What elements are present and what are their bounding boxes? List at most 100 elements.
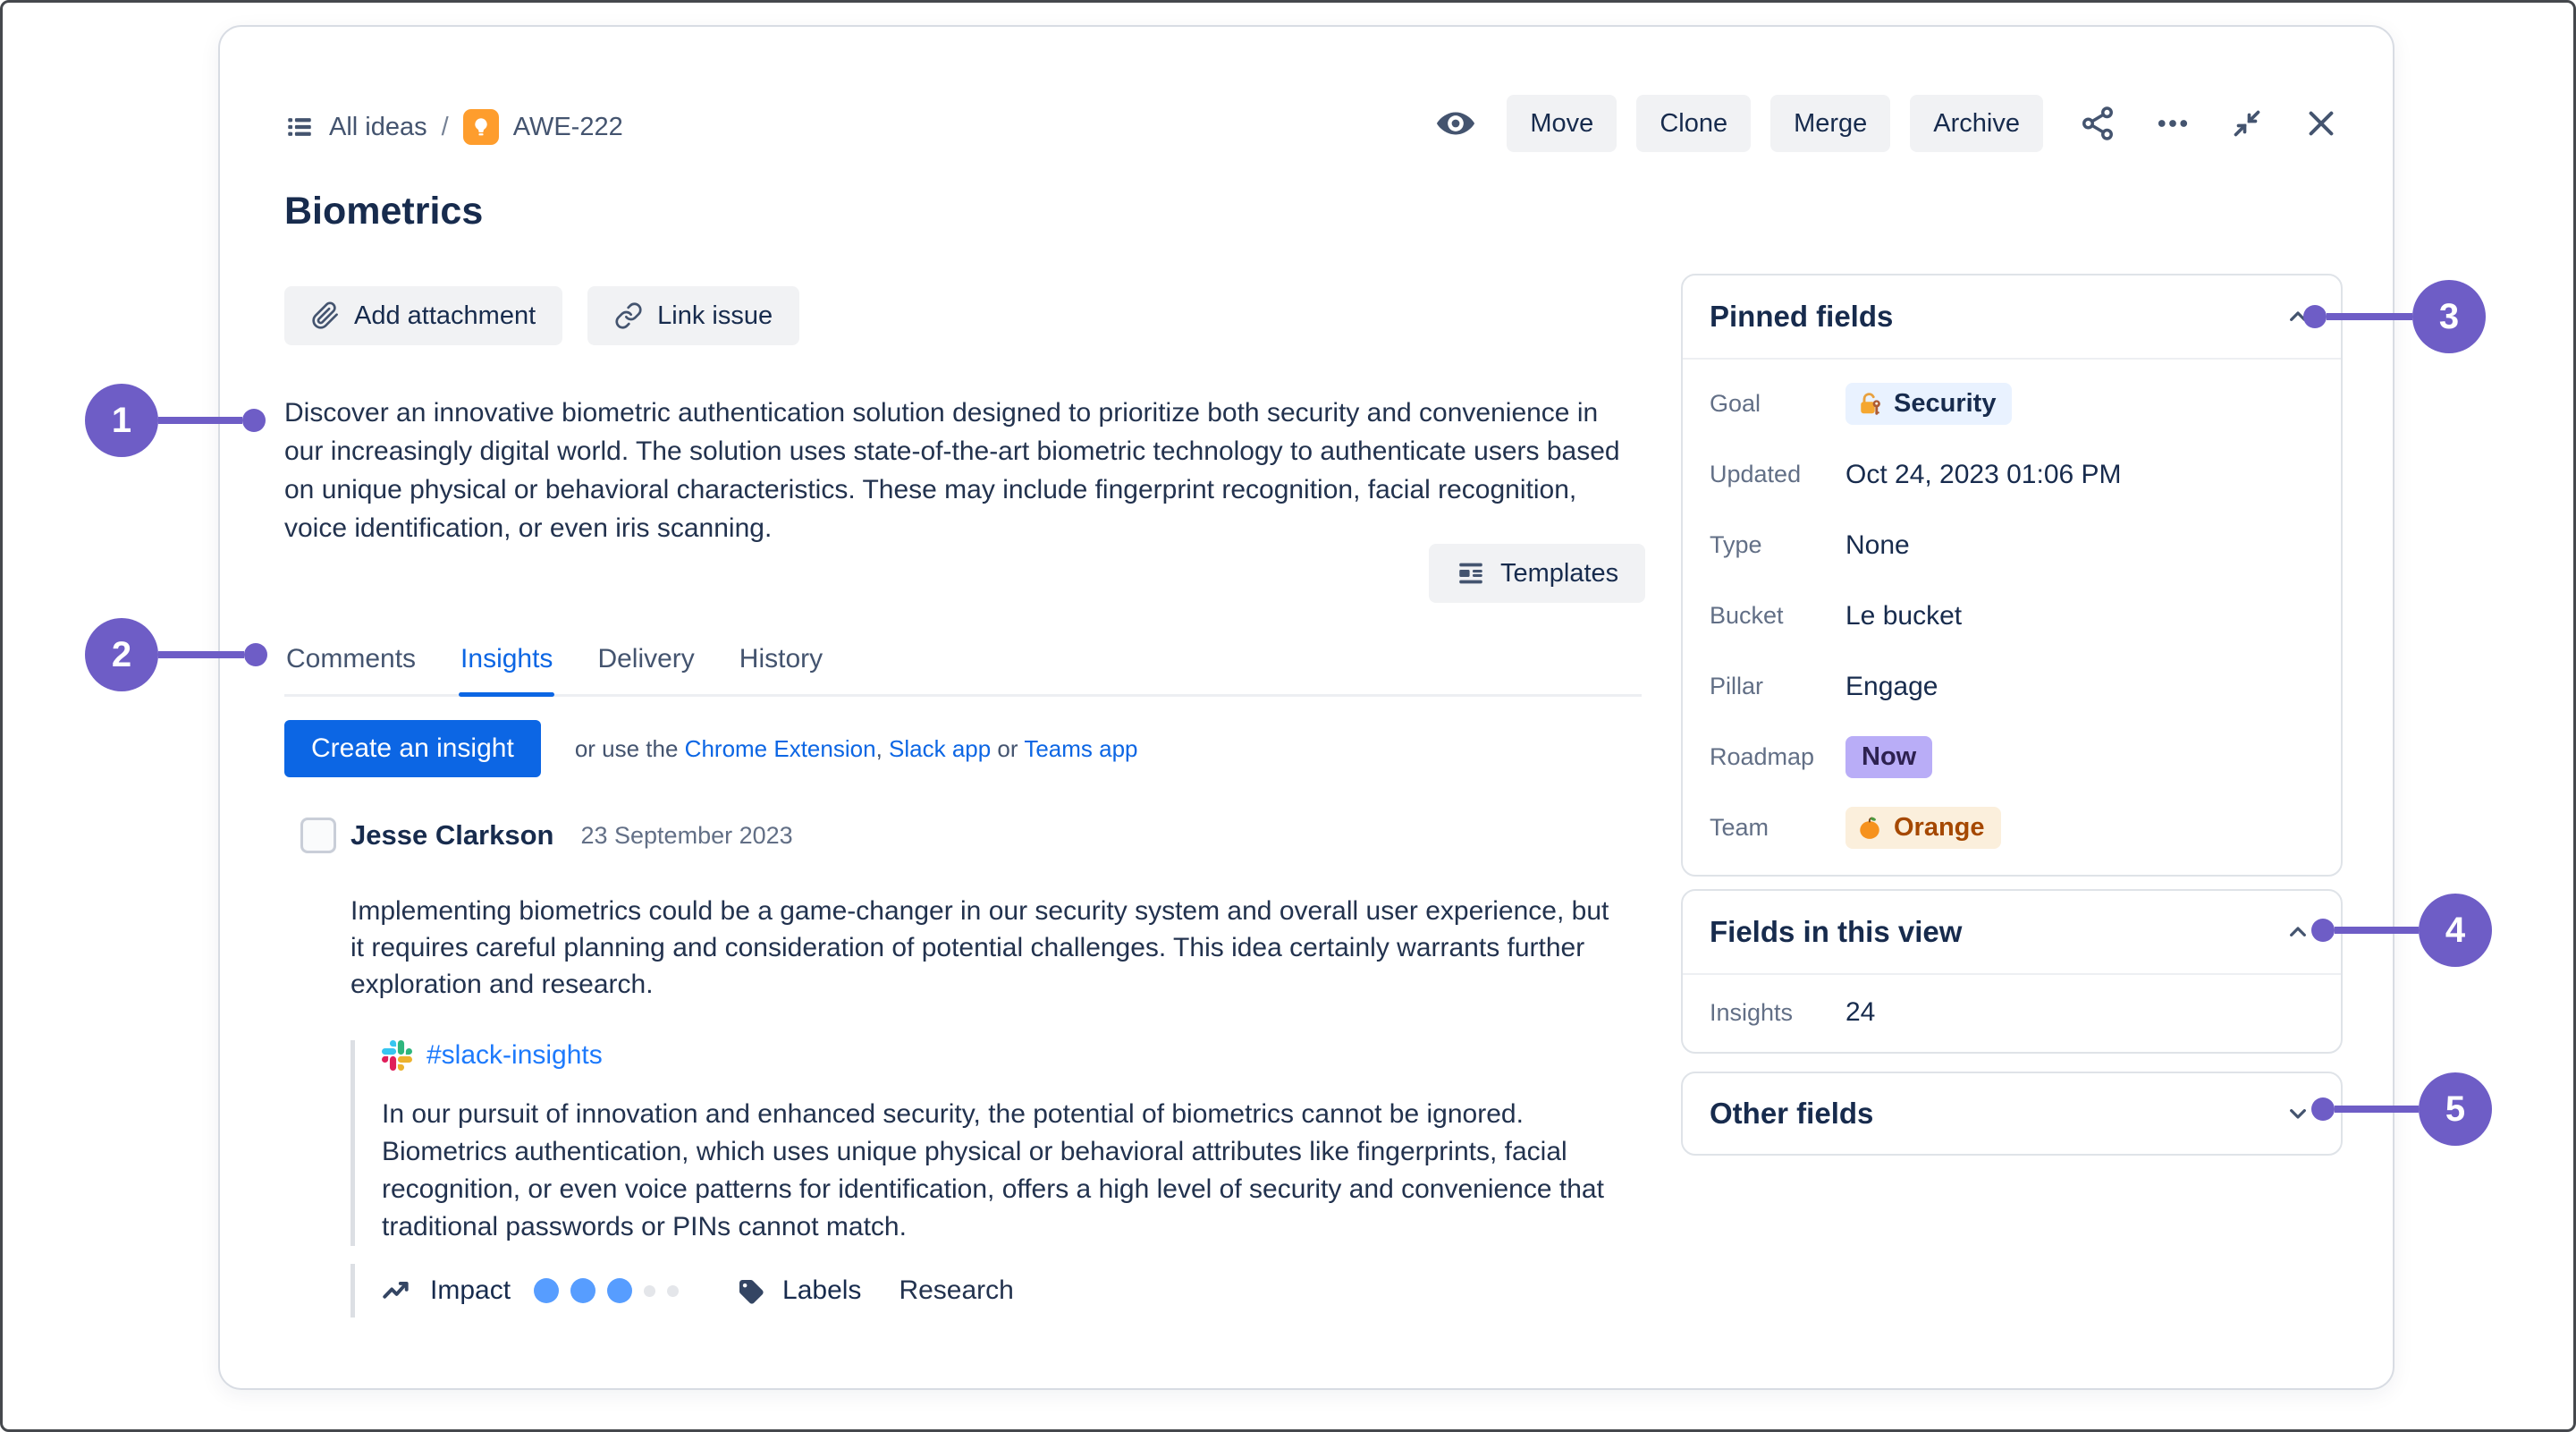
tab-history[interactable]: History — [738, 639, 824, 694]
add-attachment-button[interactable]: Add attachment — [284, 286, 562, 345]
paperclip-icon — [311, 301, 340, 330]
lock-with-key-icon — [1856, 391, 1883, 418]
create-insight-row: Create an insight or use the Chrome Exte… — [284, 720, 1138, 777]
templates-button[interactable]: Templates — [1429, 544, 1645, 603]
labels-label: Labels — [782, 1275, 861, 1306]
field-label: Team — [1710, 814, 1845, 842]
field-label: Type — [1710, 531, 1845, 559]
teams-app-link[interactable]: Teams app — [1024, 735, 1137, 762]
callout-line — [2335, 1106, 2419, 1113]
callout-line — [2335, 927, 2419, 934]
callout-4-number: 4 — [2419, 894, 2492, 967]
merge-button[interactable]: Merge — [1770, 95, 1890, 152]
field-row-team: Team Orange — [1683, 792, 2341, 863]
pinned-fields-header[interactable]: Pinned fields — [1683, 275, 2341, 358]
team-value: Orange — [1894, 813, 1985, 843]
insight-meta-row: Impact Labels Research — [351, 1264, 1642, 1318]
insight-quote-block: #slack-insights In our pursuit of innova… — [351, 1040, 1642, 1246]
callout-2-number: 2 — [85, 618, 158, 691]
insight-header: Jesse Clarkson 23 September 2023 — [300, 805, 1642, 853]
collapse-icon[interactable] — [2225, 102, 2268, 145]
other-fields-panel: Other fields — [1681, 1072, 2343, 1156]
updated-value: Oct 24, 2023 01:06 PM — [1845, 460, 2122, 490]
helper-sep2: or — [991, 735, 1024, 762]
callout-5-number: 5 — [2419, 1072, 2492, 1146]
more-icon[interactable] — [2150, 101, 2195, 146]
label-research[interactable]: Research — [899, 1275, 1013, 1306]
callout-line — [2327, 313, 2412, 320]
close-icon[interactable] — [2299, 101, 2344, 146]
team-badge[interactable]: Orange — [1845, 807, 2001, 849]
callout-dot — [2311, 919, 2335, 942]
impact-dot[interactable] — [607, 1278, 632, 1303]
callout-dot — [244, 643, 267, 666]
roadmap-now-badge[interactable]: Now — [1845, 736, 1932, 778]
callout-dot — [2303, 305, 2327, 328]
field-row-updated: Updated Oct 24, 2023 01:06 PM — [1683, 439, 2341, 510]
tab-bar: Comments Insights Delivery History — [284, 639, 1642, 697]
idea-detail-modal: All ideas / AWE-222 Move Clone Merge Arc… — [218, 25, 2394, 1390]
impact-rating[interactable] — [534, 1278, 679, 1303]
watch-eye-icon[interactable] — [1432, 99, 1480, 148]
tag-icon — [736, 1276, 764, 1305]
callout-line — [158, 651, 244, 658]
pinned-fields-body: Goal Security — [1683, 360, 2341, 876]
field-label: Pillar — [1710, 673, 1845, 700]
callout-1: 1 — [85, 384, 266, 457]
field-row-goal: Goal Security — [1683, 369, 2341, 439]
add-attachment-label: Add attachment — [354, 301, 536, 331]
field-label: Roadmap — [1710, 743, 1845, 771]
create-insight-button[interactable]: Create an insight — [284, 720, 541, 777]
tab-insights[interactable]: Insights — [459, 639, 554, 694]
callout-dot — [242, 409, 266, 432]
icon-buttons — [2075, 101, 2344, 146]
insight-author: Jesse Clarkson — [351, 819, 553, 852]
goal-badge[interactable]: Security — [1845, 383, 2012, 425]
share-icon[interactable] — [2075, 101, 2120, 146]
breadcrumb-project[interactable]: All ideas — [329, 113, 427, 142]
insight-body: Implementing biometrics could be a game-… — [351, 893, 1629, 1003]
action-buttons: Move Clone Merge Archive — [1507, 95, 2043, 152]
fields-in-view-panel: Fields in this view Insights 24 — [1681, 889, 2343, 1054]
templates-label: Templates — [1500, 559, 1618, 589]
pinned-fields-title: Pinned fields — [1710, 300, 1893, 334]
type-value[interactable]: None — [1845, 530, 1910, 561]
tab-delivery[interactable]: Delivery — [595, 639, 696, 694]
impact-label: Impact — [430, 1275, 511, 1306]
tab-comments[interactable]: Comments — [284, 639, 418, 694]
impact-dot[interactable] — [570, 1278, 595, 1303]
impact-trend-icon — [380, 1275, 412, 1307]
insight-item: Jesse Clarkson 23 September 2023 Impleme… — [300, 805, 1642, 1318]
callout-1-number: 1 — [85, 384, 158, 457]
insight-checkbox[interactable] — [300, 818, 336, 853]
other-fields-title: Other fields — [1710, 1097, 1873, 1131]
other-fields-header[interactable]: Other fields — [1683, 1073, 2341, 1154]
slack-app-link[interactable]: Slack app — [889, 735, 991, 762]
bucket-value[interactable]: Le bucket — [1845, 601, 1962, 631]
move-button[interactable]: Move — [1507, 95, 1617, 152]
callout-3-number: 3 — [2412, 280, 2486, 353]
insight-quote-text: In our pursuit of innovation and enhance… — [382, 1096, 1647, 1246]
pillar-value[interactable]: Engage — [1845, 672, 1938, 702]
clone-button[interactable]: Clone — [1636, 95, 1751, 152]
impact-dot[interactable] — [644, 1285, 655, 1297]
slack-channel-link[interactable]: #slack-insights — [427, 1040, 603, 1071]
field-row-bucket: Bucket Le bucket — [1683, 580, 2341, 651]
chevron-up-icon[interactable] — [2284, 918, 2312, 946]
field-row-insights: Insights 24 — [1683, 975, 2341, 1050]
tangerine-icon — [1856, 815, 1883, 842]
impact-dot[interactable] — [667, 1285, 679, 1297]
chevron-down-icon[interactable] — [2284, 1099, 2312, 1128]
chrome-extension-link[interactable]: Chrome Extension — [685, 735, 876, 762]
breadcrumb-issue-key[interactable]: AWE-222 — [513, 113, 623, 142]
pinned-fields-panel: Pinned fields Goal — [1681, 274, 2343, 877]
archive-button[interactable]: Archive — [1910, 95, 2043, 152]
link-icon — [614, 301, 643, 330]
idea-description[interactable]: Discover an innovative biometric authent… — [284, 394, 1640, 547]
backlog-icon — [284, 112, 315, 142]
impact-dot[interactable] — [534, 1278, 559, 1303]
attachment-toolbar: Add attachment Link issue — [284, 286, 799, 345]
field-row-type: Type None — [1683, 510, 2341, 580]
fields-in-view-header[interactable]: Fields in this view — [1683, 891, 2341, 973]
link-issue-button[interactable]: Link issue — [587, 286, 799, 345]
